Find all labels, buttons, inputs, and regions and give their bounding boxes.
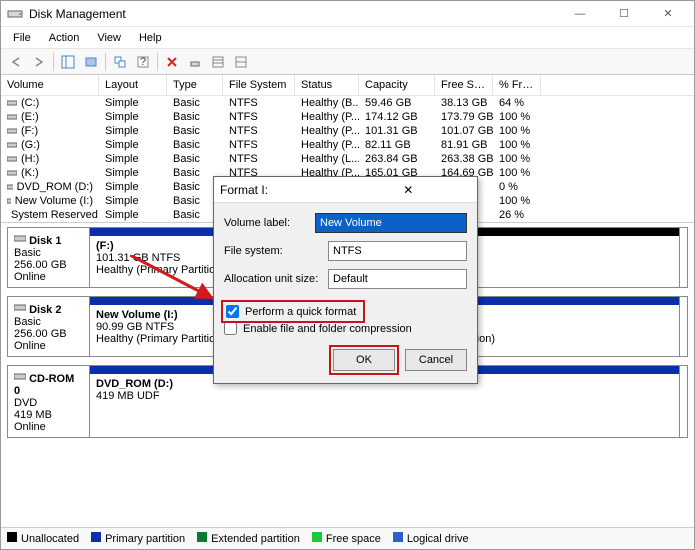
dialog-title: Format I: — [220, 183, 346, 197]
close-button[interactable]: ✕ — [648, 3, 688, 25]
compression-row: Enable file and folder compression — [224, 320, 467, 337]
show-hide-button[interactable] — [57, 51, 79, 73]
col-pctfree[interactable]: % Free — [493, 75, 541, 95]
table-row[interactable]: (G:)SimpleBasicNTFSHealthy (P...82.11 GB… — [1, 138, 694, 152]
list-view-button[interactable] — [207, 51, 229, 73]
window-title: Disk Management — [29, 7, 560, 21]
col-volume[interactable]: Volume — [1, 75, 99, 95]
col-capacity[interactable]: Capacity — [359, 75, 435, 95]
minimize-button[interactable]: — — [560, 3, 600, 25]
ok-button[interactable]: OK — [333, 349, 395, 371]
maximize-button[interactable]: ☐ — [604, 3, 644, 25]
dialog-titlebar: Format I: ✕ — [214, 177, 477, 203]
disk-info: Disk 2Basic256.00 GBOnline — [8, 297, 90, 356]
compression-checkbox[interactable] — [224, 322, 237, 335]
quick-format-checkbox[interactable] — [226, 305, 239, 318]
toolbar: ? — [1, 49, 694, 75]
properties-button[interactable]: ? — [132, 51, 154, 73]
col-layout[interactable]: Layout — [99, 75, 167, 95]
titlebar: Disk Management — ☐ ✕ — [1, 1, 694, 27]
table-row[interactable]: (F:)SimpleBasicNTFSHealthy (P...101.31 G… — [1, 124, 694, 138]
refresh-button[interactable] — [109, 51, 131, 73]
col-status[interactable]: Status — [295, 75, 359, 95]
filesystem-select[interactable]: NTFS — [328, 241, 467, 261]
delete-button[interactable] — [161, 51, 183, 73]
table-row[interactable]: (C:)SimpleBasicNTFSHealthy (B...59.46 GB… — [1, 96, 694, 110]
legend-extended: Extended partition — [211, 533, 300, 545]
col-filesystem[interactable]: File System — [223, 75, 295, 95]
menubar: File Action View Help — [1, 27, 694, 49]
svg-text:?: ? — [140, 56, 146, 68]
action1-button[interactable] — [184, 51, 206, 73]
legend-unallocated: Unallocated — [21, 533, 79, 545]
forward-button[interactable] — [28, 51, 50, 73]
filesystem-label: File system: — [224, 245, 328, 257]
legend-logical: Logical drive — [407, 533, 469, 545]
compression-label: Enable file and folder compression — [243, 323, 412, 335]
format-dialog: Format I: ✕ Volume label: File system: N… — [213, 176, 478, 384]
allocation-select[interactable]: Default — [328, 269, 467, 289]
allocation-label: Allocation unit size: — [224, 273, 328, 285]
col-free[interactable]: Free Spa... — [435, 75, 493, 95]
col-type[interactable]: Type — [167, 75, 223, 95]
menu-file[interactable]: File — [5, 30, 39, 46]
legend-primary: Primary partition — [105, 533, 185, 545]
dialog-close-button[interactable]: ✕ — [346, 183, 472, 197]
table-row[interactable]: (H:)SimpleBasicNTFSHealthy (L...263.84 G… — [1, 152, 694, 166]
legend: Unallocated Primary partition Extended p… — [1, 527, 694, 549]
disk-info: Disk 1Basic256.00 GBOnline — [8, 228, 90, 287]
cancel-button[interactable]: Cancel — [405, 349, 467, 371]
column-headers: Volume Layout Type File System Status Ca… — [1, 75, 694, 96]
table-row[interactable]: (E:)SimpleBasicNTFSHealthy (P...174.12 G… — [1, 110, 694, 124]
app-icon — [7, 6, 23, 22]
panel-view-button[interactable] — [230, 51, 252, 73]
disk-info: CD-ROM 0DVD419 MBOnline — [8, 366, 90, 437]
volume-label-input[interactable] — [315, 213, 467, 233]
menu-action[interactable]: Action — [41, 30, 88, 46]
menu-view[interactable]: View — [89, 30, 129, 46]
volume-label-label: Volume label: — [224, 217, 315, 229]
settings-button[interactable] — [80, 51, 102, 73]
legend-free: Free space — [326, 533, 381, 545]
back-button[interactable] — [5, 51, 27, 73]
menu-help[interactable]: Help — [131, 30, 170, 46]
quick-format-row: Perform a quick format — [224, 303, 362, 320]
quick-format-label: Perform a quick format — [245, 306, 356, 318]
